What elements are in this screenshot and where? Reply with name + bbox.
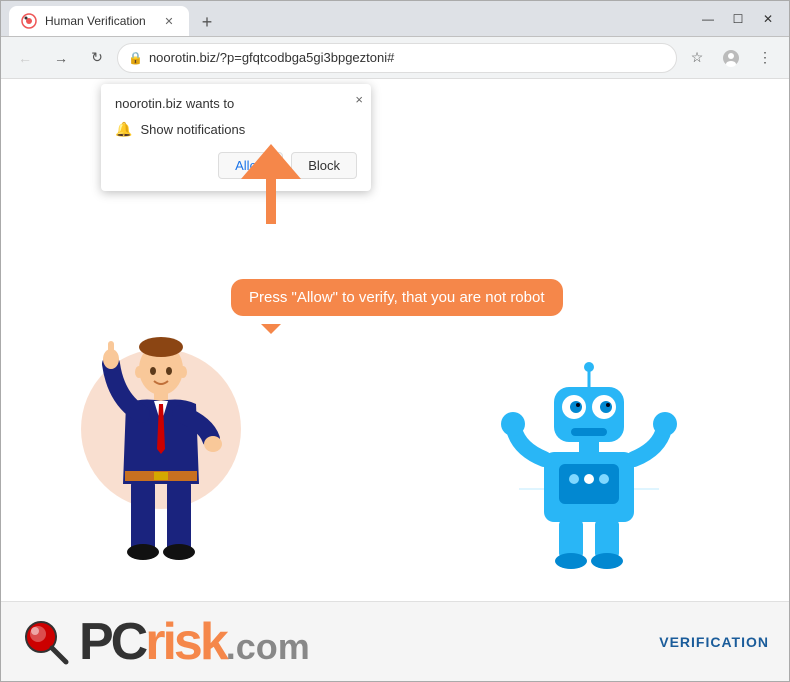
back-button[interactable]: ← (9, 42, 41, 74)
window-controls: — ☐ ✕ (695, 8, 781, 30)
robot-figure-svg (489, 349, 689, 569)
address-bar[interactable]: 🔒 noorotin.biz/?p=gfqtcodbga5gi3bpgezton… (117, 43, 677, 73)
popup-notification-row: 🔔 Show notifications (115, 121, 357, 138)
verification-badge: VERIFICATION (659, 634, 769, 650)
bell-icon: 🔔 (115, 121, 132, 138)
logo-pc: PC (79, 612, 145, 672)
forward-button[interactable]: → (45, 42, 77, 74)
speech-bubble: Press "Allow" to verify, that you are no… (231, 279, 563, 316)
popup-close-button[interactable]: × (355, 92, 363, 107)
content-area: × noorotin.biz wants to 🔔 Show notificat… (1, 79, 789, 681)
robot-figure-area (489, 349, 689, 569)
lock-icon: 🔒 (128, 51, 143, 65)
address-text: noorotin.biz/?p=gfqtcodbga5gi3bpgeztoni# (149, 50, 666, 65)
menu-button[interactable]: ⋮ (749, 42, 781, 74)
toolbar-right: ☆ ⋮ (681, 42, 781, 74)
bookmark-button[interactable]: ☆ (681, 42, 713, 74)
minimize-button[interactable]: — (695, 8, 721, 30)
arrow-indicator (221, 139, 321, 234)
new-tab-button[interactable]: + (193, 8, 221, 36)
titlebar: Human Verification ✕ + — ☐ ✕ (1, 1, 789, 37)
toolbar: ← → ↻ 🔒 noorotin.biz/?p=gfqtcodbga5gi3bp… (1, 37, 789, 79)
profile-icon (722, 49, 740, 67)
logo-com: .com (226, 626, 310, 668)
active-tab[interactable]: Human Verification ✕ (9, 6, 189, 36)
arrow-svg (221, 139, 321, 229)
human-figure-svg (61, 309, 261, 589)
speech-bubble-text: Press "Allow" to verify, that you are no… (249, 289, 545, 306)
tab-area: Human Verification ✕ + (9, 1, 695, 36)
tab-title: Human Verification (45, 14, 146, 28)
logo-icon (21, 617, 71, 667)
logo-risk: risk (145, 612, 226, 672)
popup-notification-text: Show notifications (140, 122, 245, 137)
human-figure-area (61, 309, 261, 589)
popup-title: noorotin.biz wants to (115, 96, 357, 111)
maximize-button[interactable]: ☐ (725, 8, 751, 30)
tab-favicon-icon (21, 13, 37, 29)
footer: PCrisk.com VERIFICATION (1, 601, 789, 681)
close-button[interactable]: ✕ (755, 8, 781, 30)
profile-button[interactable] (715, 42, 747, 74)
logo-text: PCrisk.com (79, 612, 310, 672)
refresh-button[interactable]: ↻ (81, 42, 113, 74)
logo-area: PCrisk.com (21, 612, 310, 672)
tab-close-button[interactable]: ✕ (161, 13, 177, 29)
browser-window: Human Verification ✕ + — ☐ ✕ ← → ↻ 🔒 noo… (0, 0, 790, 682)
